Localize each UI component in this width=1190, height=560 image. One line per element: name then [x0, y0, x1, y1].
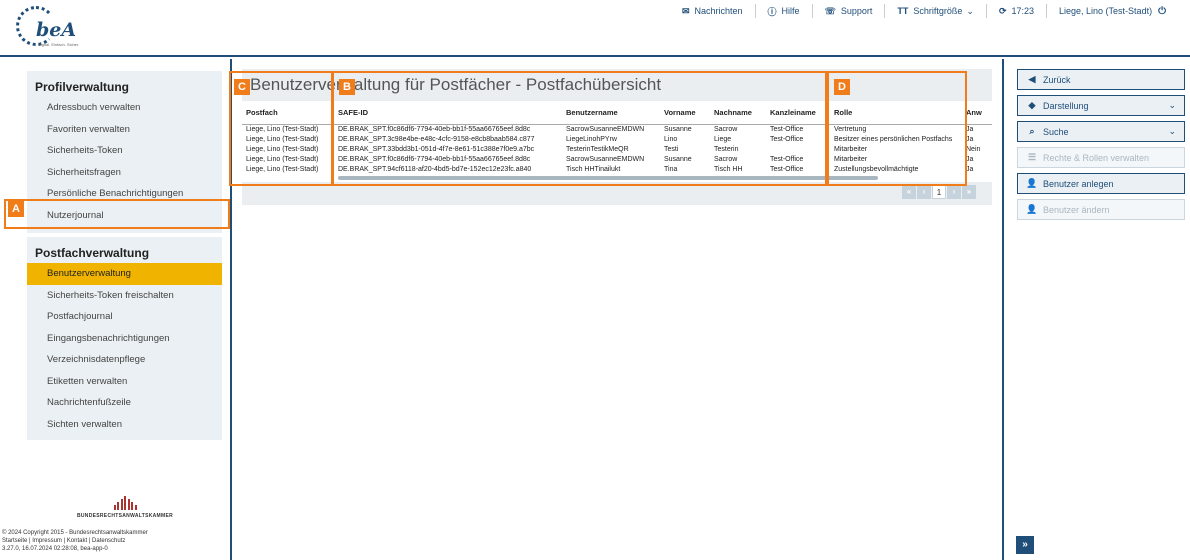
- back-icon: ◀: [1028, 74, 1036, 84]
- copyright-text: © 2024 Copyright 2015 - Bundesrechtsanwa…: [2, 530, 148, 536]
- right-action-sidebar: ◀ Zurück ◆ Darstellung ⌄ ⌕ Suche ⌄ ☰ Rechte & …: [1002, 59, 1190, 560]
- brak-mark-icon: [60, 496, 190, 510]
- current-page[interactable]: 1: [932, 185, 946, 199]
- display-dropdown-button[interactable]: ◆ Darstellung ⌄: [1017, 95, 1185, 116]
- highlight-box-a: [4, 199, 230, 229]
- pagination: « ‹ 1 › »: [902, 185, 976, 199]
- annotation-badge-a: A: [8, 201, 24, 217]
- nav-help[interactable]: ⓘ Hilfe: [756, 4, 813, 18]
- add-user-icon: 👤: [1026, 178, 1038, 188]
- sidebar-item-eingangsbenachrichtigungen[interactable]: Eingangsbenachrichtigungen: [27, 328, 222, 350]
- top-navigation: ✉ Nachrichten ⓘ Hilfe ☏ Support TT Schriftgr…: [670, 0, 1178, 22]
- nav-messages[interactable]: ✉ Nachrichten: [670, 4, 756, 18]
- annotation-badge-d: D: [834, 79, 850, 95]
- left-sidebar: Profilverwaltung Adressbuch verwalten Fa…: [0, 59, 232, 560]
- sidebar-item-nachrichtenfusszeile[interactable]: Nachrichtenfußzeile: [27, 392, 222, 414]
- prev-page-button[interactable]: ‹: [917, 185, 931, 199]
- sidebar-item-sicherheits-token[interactable]: Sicherheits-Token: [27, 140, 222, 162]
- button-label: Rechte & Rollen verwalten: [1043, 152, 1150, 163]
- add-user-button[interactable]: 👤 Benutzer anlegen: [1017, 173, 1185, 194]
- profile-section-title: Profilverwaltung: [35, 80, 130, 94]
- logo-tagline: Digital. Einfach. Sicher.: [38, 42, 80, 47]
- nav-user[interactable]: Liege, Lino (Test-Stadt) ⏻: [1047, 4, 1178, 18]
- button-label: Darstellung: [1043, 100, 1089, 111]
- button-label: Benutzer anlegen: [1043, 178, 1114, 189]
- version-text: 3.27.0, 16.07.2024 02:28:08, bea-app-0: [2, 546, 108, 552]
- edit-user-button[interactable]: 👤 Benutzer ändern: [1017, 199, 1185, 220]
- sidebar-item-benutzerverwaltung[interactable]: Benutzerverwaltung: [27, 263, 222, 285]
- list-icon: ☰: [1027, 152, 1037, 162]
- nav-label: Support: [840, 6, 873, 16]
- button-label: Suche: [1043, 126, 1069, 137]
- sidebar-item-etiketten[interactable]: Etiketten verwalten: [27, 371, 222, 393]
- sidebar-item-token-freischalten[interactable]: Sicherheits-Token freischalten: [27, 285, 222, 307]
- sidebar-item-favoriten[interactable]: Favoriten verwalten: [27, 119, 222, 141]
- next-page-button[interactable]: ›: [947, 185, 961, 199]
- sidebar-item-adressbuch[interactable]: Adressbuch verwalten: [27, 97, 222, 119]
- chevron-down-icon: ⌄: [1168, 126, 1176, 136]
- button-label: Zurück: [1043, 74, 1071, 85]
- nav-label: Nachrichten: [694, 6, 743, 16]
- envelope-icon: ✉: [681, 5, 690, 16]
- footer-info: © 2024 Copyright 2015 - Bundesrechtsanwa…: [2, 529, 148, 553]
- highlight-box-b: [331, 71, 827, 186]
- nav-label: Schriftgröße: [913, 6, 963, 16]
- nav-session-time[interactable]: ⟳ 17:23: [987, 4, 1048, 18]
- last-page-button[interactable]: »: [962, 185, 976, 199]
- nav-support[interactable]: ☏ Support: [813, 4, 886, 18]
- sidebar-item-sicherheitsfragen[interactable]: Sicherheitsfragen: [27, 162, 222, 184]
- nav-label: Hilfe: [781, 6, 800, 16]
- annotation-badge-b: B: [339, 79, 355, 95]
- user-icon: 👤: [1026, 204, 1038, 214]
- logo-text: beA: [36, 19, 77, 41]
- search-dropdown-button[interactable]: ⌕ Suche ⌄: [1017, 121, 1185, 142]
- manage-rights-roles-button[interactable]: ☰ Rechte & Rollen verwalten: [1017, 147, 1185, 168]
- top-bar: beA Digital. Einfach. Sicher. ✉ Nachricht…: [0, 0, 1190, 57]
- nav-label: 17:23: [1011, 6, 1035, 16]
- annotation-badge-c: C: [234, 79, 250, 95]
- button-label: Benutzer ändern: [1043, 204, 1110, 215]
- refresh-icon: ⟳: [998, 5, 1007, 16]
- brak-text: BUNDESRECHTSANWALTSKAMMER: [76, 513, 173, 519]
- expand-sidebar-button[interactable]: »: [1016, 536, 1034, 554]
- search-icon: ⌕: [1029, 126, 1035, 136]
- font-size-icon: TT: [897, 6, 909, 16]
- support-icon: ☏: [824, 5, 836, 16]
- postfach-panel: Postfachverwaltung Benutzerverwaltung Si…: [27, 237, 222, 440]
- chevron-down-icon: ⌄: [966, 5, 974, 16]
- brak-logo: BUNDESRECHTSANWALTSKAMMER: [60, 496, 190, 519]
- tag-icon: ◆: [1028, 100, 1036, 110]
- sidebar-item-sichten[interactable]: Sichten verwalten: [27, 414, 222, 436]
- bea-logo[interactable]: beA Digital. Einfach. Sicher.: [16, 6, 96, 50]
- sidebar-item-verzeichnisdatenpflege[interactable]: Verzeichnisdatenpflege: [27, 349, 222, 371]
- first-page-button[interactable]: «: [902, 185, 916, 199]
- power-icon[interactable]: ⏻: [1158, 6, 1166, 17]
- chevron-down-icon: ⌄: [1168, 100, 1176, 110]
- postfach-section-title: Postfachverwaltung: [35, 246, 150, 260]
- help-icon: ⓘ: [767, 6, 777, 17]
- user-name: Liege, Lino (Test-Stadt): [1059, 6, 1153, 16]
- footer-links[interactable]: Startseite | Impressum | Kontakt | Daten…: [2, 537, 148, 545]
- sidebar-item-postfachjournal[interactable]: Postfachjournal: [27, 306, 222, 328]
- back-button[interactable]: ◀ Zurück: [1017, 69, 1185, 90]
- nav-font-size[interactable]: TT Schriftgröße ⌄: [885, 4, 987, 18]
